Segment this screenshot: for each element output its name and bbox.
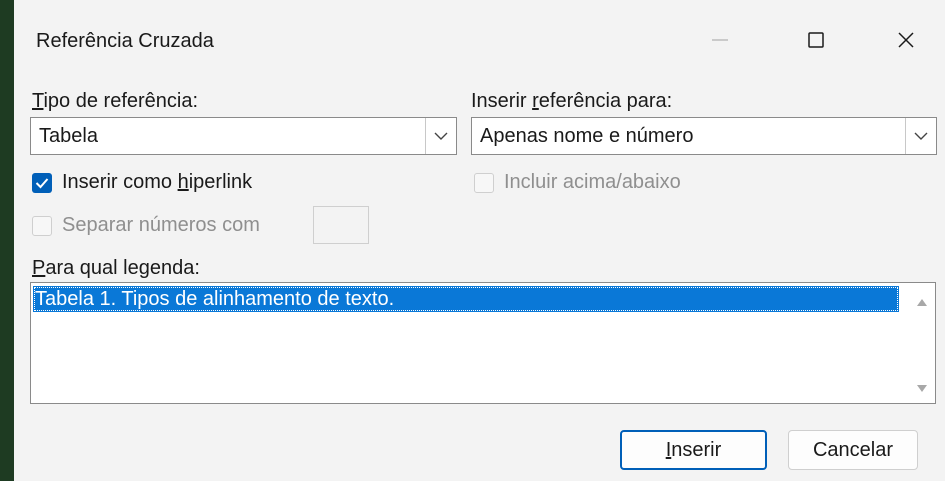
reference-type-access-key: T: [32, 90, 44, 112]
list-item[interactable]: Tabela 1. Tipos de alinhamento de texto.: [33, 286, 899, 312]
hyperlink-label-post: iperlink: [188, 171, 253, 193]
scroll-down-button[interactable]: [915, 383, 929, 393]
insert-button-label: nserir: [671, 438, 722, 461]
caption-access-key: P: [32, 257, 46, 279]
hyperlink-checkbox-label: Inserir como hiperlink: [62, 171, 252, 194]
include-checkbox-box[interactable]: [474, 172, 494, 193]
insert-button[interactable]: Inserir: [620, 430, 767, 470]
separate-checkbox-label: Separar números com: [62, 214, 260, 236]
scroll-down-arrow-icon: [917, 384, 927, 392]
minimize-button[interactable]: [694, 16, 746, 64]
chevron-down-icon: [434, 132, 448, 140]
insert-reference-access-key: r: [532, 90, 539, 112]
reference-type-label-post: ipo de referência:: [43, 90, 199, 112]
include-above-below-checkbox[interactable]: Incluir acima/abaixo: [474, 171, 681, 194]
scroll-up-arrow-icon: [917, 298, 927, 306]
background-strip: [0, 0, 14, 481]
caption-label: Para qual legenda:: [32, 257, 200, 280]
separate-numbers-checkbox[interactable]: Separar números com: [32, 214, 260, 237]
insert-reference-dropdown[interactable]: Apenas nome e número: [471, 117, 937, 155]
cross-reference-dialog: Referência Cruzada Tipo de referência: T…: [14, 0, 945, 481]
title-bar[interactable]: Referência Cruzada: [14, 0, 945, 80]
insert-reference-value: Apenas nome e número: [480, 125, 694, 147]
close-button[interactable]: [880, 16, 932, 64]
insert-reference-label-post: eferência para:: [538, 90, 673, 112]
separator-input[interactable]: [313, 206, 369, 244]
maximize-button[interactable]: [790, 16, 842, 64]
cancel-button[interactable]: Cancelar: [788, 430, 918, 470]
checkmark-icon: [35, 177, 49, 188]
reference-type-label: Tipo de referência:: [32, 90, 198, 113]
include-checkbox-label: Incluir acima/abaixo: [504, 171, 681, 193]
caption-listbox[interactable]: Tabela 1. Tipos de alinhamento de texto.: [30, 282, 936, 404]
insert-reference-dropdown-button[interactable]: [905, 118, 936, 154]
insert-reference-label-pre: Inserir: [471, 90, 533, 112]
separate-checkbox-box[interactable]: [32, 215, 52, 236]
chevron-down-icon: [914, 132, 928, 140]
scroll-up-button[interactable]: [915, 297, 929, 307]
hyperlink-checkbox-box[interactable]: [32, 172, 52, 193]
minimize-icon: [712, 39, 728, 41]
caption-label-post: ara qual legenda:: [45, 257, 200, 279]
maximize-icon: [808, 32, 824, 48]
close-icon: [898, 32, 914, 48]
reference-type-value: Tabela: [39, 125, 98, 147]
insert-as-hyperlink-checkbox[interactable]: Inserir como hiperlink: [32, 171, 252, 194]
reference-type-dropdown-button[interactable]: [425, 118, 456, 154]
reference-type-dropdown[interactable]: Tabela: [30, 117, 457, 155]
insert-reference-label: Inserir referência para:: [471, 90, 672, 113]
hyperlink-access-key: h: [177, 171, 189, 193]
hyperlink-label-pre: Inserir como: [62, 171, 178, 193]
window-title: Referência Cruzada: [36, 30, 214, 52]
